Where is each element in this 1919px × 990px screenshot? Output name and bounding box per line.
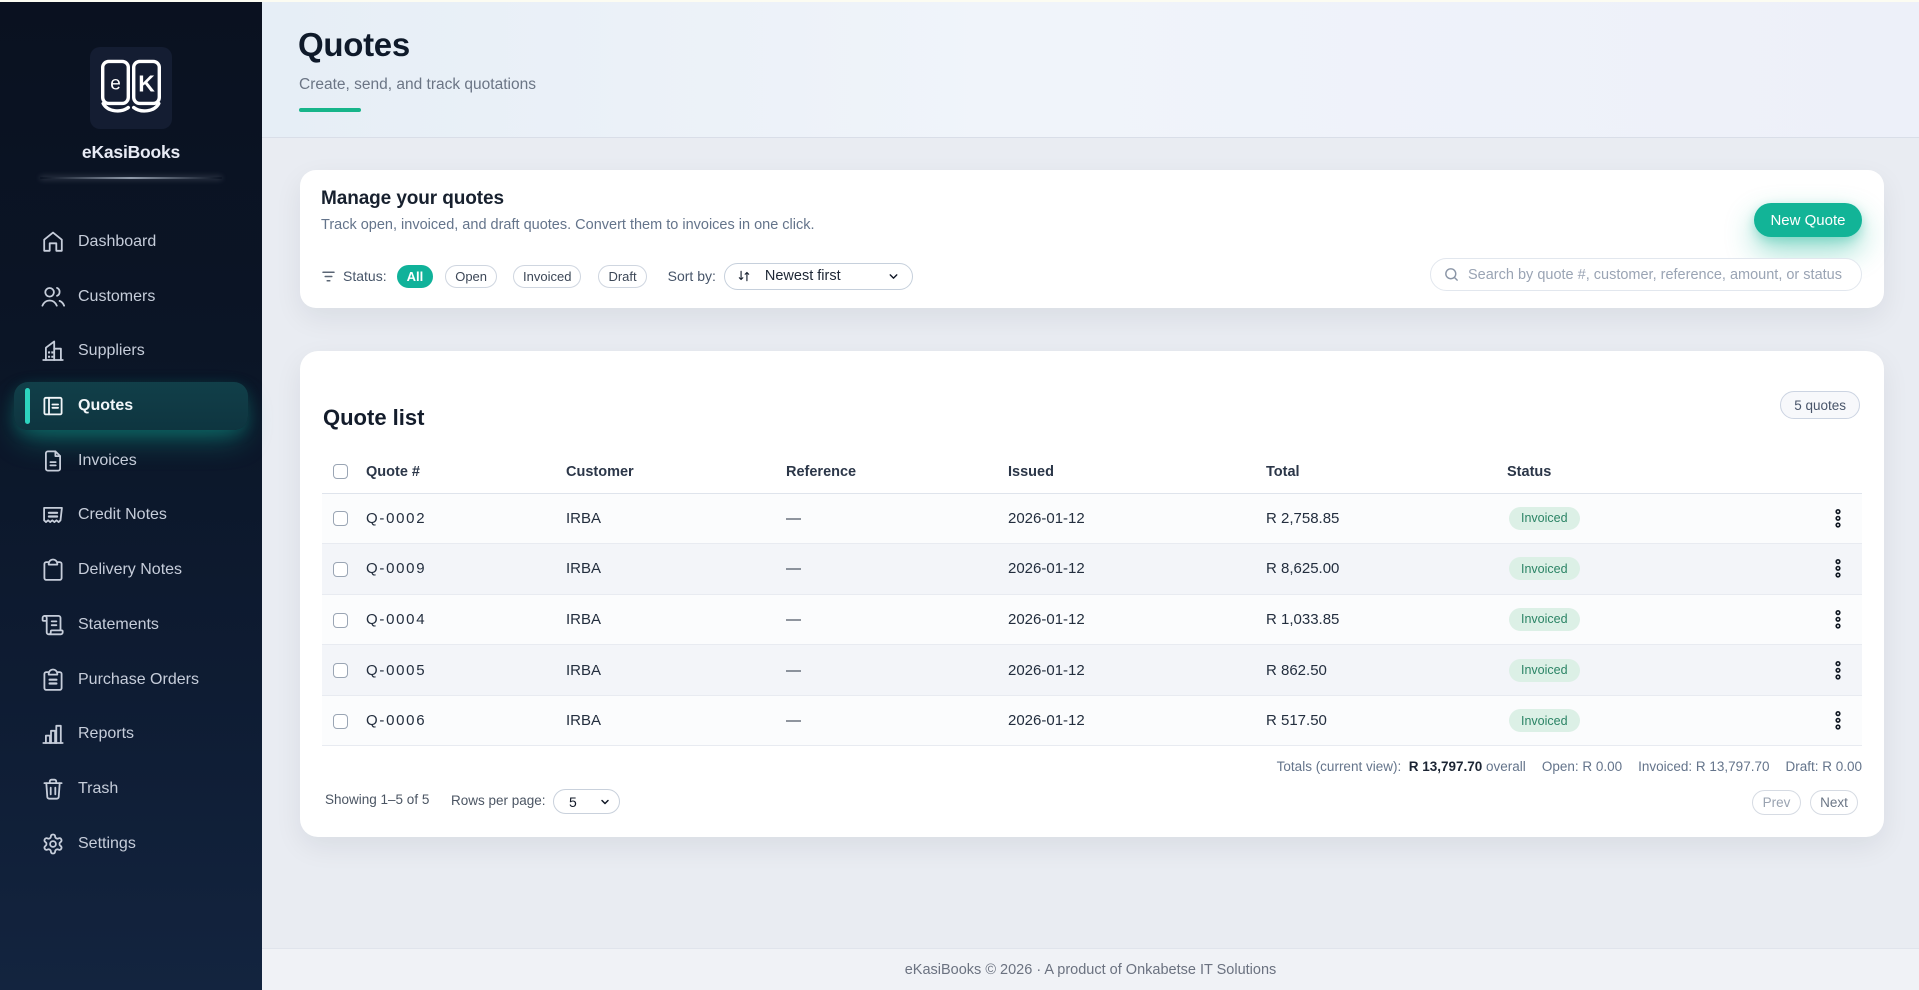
svg-text:e: e [110,74,121,95]
svg-text:K: K [138,71,155,97]
